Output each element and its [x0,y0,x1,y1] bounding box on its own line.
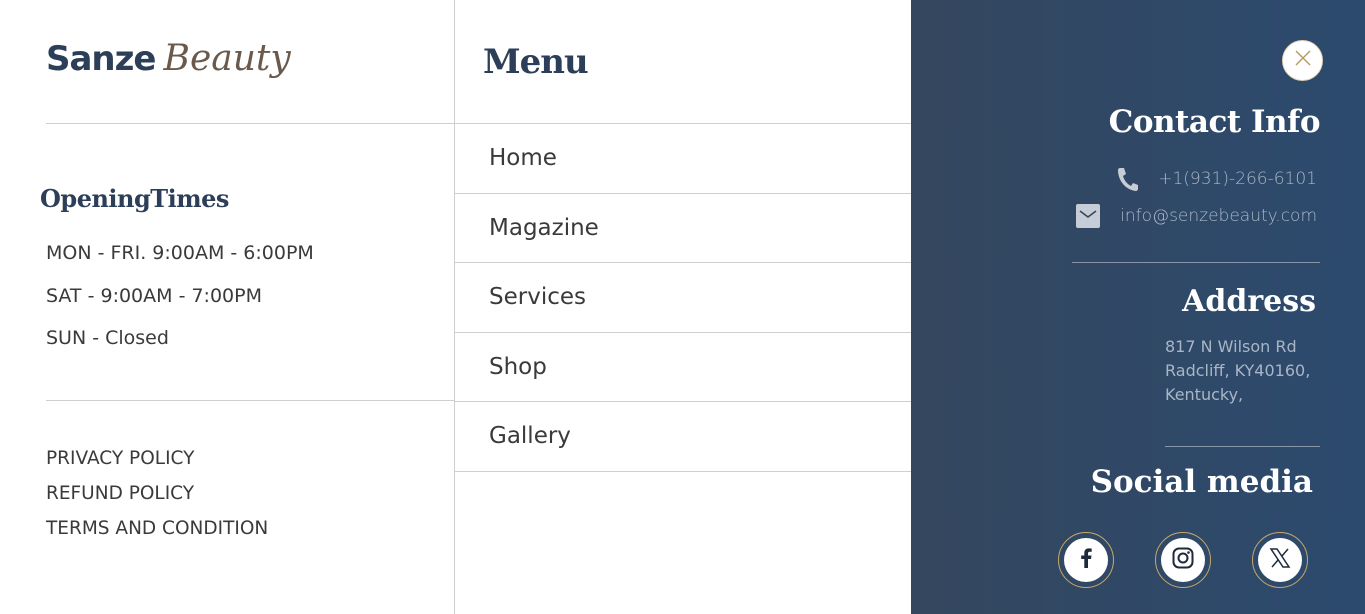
brand-name-part2: Beauty [163,38,291,79]
close-button[interactable] [1282,40,1323,81]
menu-column: Menu Home Magazine Services Shop Gallery [455,0,911,614]
social-media-heading: Social media [1090,464,1313,500]
divider [46,123,455,124]
contact-phone[interactable]: +1(931)-266-6101 [1116,166,1317,192]
instagram-link[interactable] [1155,532,1211,588]
menu-item-gallery[interactable]: Gallery [455,402,911,472]
divider [1165,446,1320,447]
instagram-icon [1172,547,1194,574]
main-menu: Home Magazine Services Shop Gallery [455,123,911,472]
privacy-policy-link[interactable]: PRIVACY POLICY [46,446,268,481]
terms-link[interactable]: TERMS AND CONDITION [46,516,268,551]
opening-times-heading: OpeningTimes [40,184,229,213]
facebook-icon [1080,547,1092,573]
address-text: 817 N Wilson Rd Radcliff, KY40160, Kentu… [1165,337,1311,404]
hours-row: SAT - 9:00AM - 7:00PM [46,284,262,307]
hours-row: MON - FRI. 9:00AM - 6:00PM [46,242,314,264]
divider [46,400,455,401]
menu-item-shop[interactable]: Shop [455,333,911,402]
opening-hours-list: MON - FRI. 9:00AM - 6:00PM SAT - 9:00AM … [46,238,314,366]
phone-number: +1(931)-266-6101 [1158,169,1317,189]
left-column: Sanze Beauty OpeningTimes MON - FRI. 9:0… [0,0,455,614]
menu-heading: Menu [483,42,589,82]
envelope-icon [1076,204,1101,228]
x-link[interactable] [1252,532,1308,588]
facebook-link[interactable] [1058,532,1114,588]
divider [1072,262,1320,263]
brand-name-part1: Sanze [46,39,156,79]
brand-logo[interactable]: Sanze Beauty [46,38,291,96]
x-icon [1269,547,1291,574]
refund-policy-link[interactable]: REFUND POLICY [46,481,268,516]
policy-links: PRIVACY POLICY REFUND POLICY TERMS AND C… [46,446,268,551]
contact-panel: Contact Info +1(931)-266-6101 info@senze… [911,0,1365,614]
menu-item-home[interactable]: Home [455,124,911,194]
contact-info-heading: Contact Info [1108,104,1321,140]
contact-email[interactable]: info@senzebeauty.com [1076,204,1317,228]
hours-row: SUN - Closed [46,327,169,349]
address-heading: Address [1182,284,1316,319]
menu-item-magazine[interactable]: Magazine [455,194,911,263]
email-address: info@senzebeauty.com [1120,206,1317,226]
close-icon [1294,49,1312,72]
phone-icon [1116,166,1139,192]
menu-item-services[interactable]: Services [455,263,911,333]
